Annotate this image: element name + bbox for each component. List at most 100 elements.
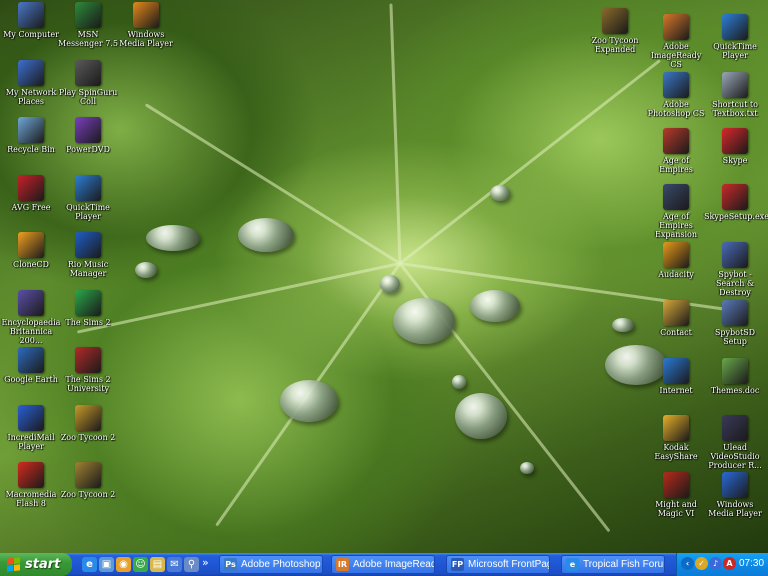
photoshop-icon — [663, 72, 689, 98]
desktop-shortcut[interactable]: Kodak EasyShare — [645, 415, 707, 471]
desktop-quicklaunch-icon[interactable]: ▣ — [99, 557, 114, 572]
desktop-shortcut-label: Skype — [722, 156, 748, 165]
desktop-shortcut-label: QuickTime Player — [713, 42, 757, 60]
tray-arrow-icon[interactable]: ‹ — [681, 557, 694, 570]
windows-flag-icon — [7, 557, 20, 572]
desktop-shortcut[interactable]: Zoo Tycoon Expanded — [584, 8, 646, 64]
taskbar-button[interactable]: Ps Adobe Photoshop - ... — [219, 555, 323, 574]
desktop-shortcut-label: Zoo Tycoon Expanded — [591, 36, 639, 54]
desktop-shortcut-label: Contact — [660, 328, 692, 337]
folder-quicklaunch-icon[interactable]: ▤ — [150, 557, 165, 572]
desktop-shortcut[interactable]: Play SpinGuru Coll — [57, 60, 119, 116]
frontpage-task-icon: FP — [451, 558, 464, 571]
tray-speaker-icon[interactable]: ♪ — [709, 557, 722, 570]
kodak-icon — [663, 415, 689, 441]
desktop-shortcut-label: Rio Music Manager — [67, 260, 109, 278]
taskbar-button[interactable]: FP Microsoft FrontPage... — [446, 555, 550, 574]
tray-antivirus-icon[interactable]: A — [723, 557, 736, 570]
desktop-shortcut-label: Kodak EasyShare — [654, 443, 698, 461]
water-drop — [135, 262, 157, 278]
desktop-shortcut[interactable]: The Sims 2 University — [57, 347, 119, 403]
desktop-shortcut-label: Adobe ImageReady CS — [650, 42, 702, 69]
internet-explorer-icon — [663, 358, 689, 384]
desktop-shortcut-label: Recycle Bin — [7, 145, 55, 154]
msn-quicklaunch-icon[interactable]: ☺ — [133, 557, 148, 572]
ulead-icon — [722, 415, 748, 441]
leaf-vein — [389, 3, 402, 264]
media-player-icon — [133, 2, 159, 28]
desktop-shortcut-label: Age of Empires — [659, 156, 693, 174]
ie-quicklaunch-icon[interactable]: e — [82, 557, 97, 572]
desktop-shortcut[interactable]: Contact — [645, 300, 707, 356]
desktop-shortcut[interactable]: Might and Magic VI — [645, 472, 707, 528]
incredimail-icon — [18, 405, 44, 431]
desktop-shortcut-label: Adobe Photoshop CS — [647, 100, 705, 118]
desktop-shortcut[interactable]: The Sims 2 — [57, 290, 119, 346]
desktop-shortcut-label: Encyclopaedia Britannica 200... — [1, 318, 61, 345]
desktop-shortcut[interactable]: Windows Media Player — [704, 472, 766, 528]
desktop-shortcut[interactable]: Audacity — [645, 242, 707, 298]
desktop-shortcut[interactable]: Internet — [645, 358, 707, 414]
desktop-shortcut[interactable]: SpybotSD Setup — [704, 300, 766, 356]
desktop-shortcut-label: CloneCD — [13, 260, 49, 269]
desktop-shortcut-label: AVG Free — [11, 203, 51, 212]
desktop-shortcut[interactable]: Skype — [704, 128, 766, 184]
age-of-empires-icon — [663, 128, 689, 154]
desktop-shortcut[interactable]: MSN Messenger 7.5 — [57, 2, 119, 58]
start-button[interactable]: start — [0, 553, 72, 576]
desktop-shortcut[interactable]: Themes.doc — [704, 358, 766, 414]
start-label: start — [25, 557, 61, 572]
zoo-tycoon-2b-icon — [75, 462, 101, 488]
desktop-shortcut[interactable]: Rio Music Manager — [57, 232, 119, 288]
desktop-shortcut[interactable]: Zoo Tycoon 2 — [57, 462, 119, 518]
desktop-shortcut[interactable]: Zoo Tycoon 2 — [57, 405, 119, 461]
spybot-icon — [722, 242, 748, 268]
desktop-shortcut[interactable]: Macromedia Flash 8 — [0, 462, 62, 518]
desktop-shortcut-label: QuickTime Player — [66, 203, 110, 221]
desktop-shortcut[interactable]: Windows Media Player — [115, 2, 177, 58]
desktop-shortcut-label: Ulead VideoStudio Producer R... — [708, 443, 762, 470]
taskbar-button[interactable]: IR Adobe ImageReady ... — [331, 555, 435, 574]
desktop-shortcut-label: Spybot - Search & Destroy — [715, 270, 755, 297]
water-drop — [612, 318, 634, 332]
rio-music-icon — [75, 232, 101, 258]
flash-icon — [18, 462, 44, 488]
desktop-shortcut[interactable]: Age of Empires Expansion — [645, 184, 707, 240]
desktop-shortcut[interactable]: Encyclopaedia Britannica 200... — [0, 290, 62, 346]
water-drop — [238, 218, 294, 252]
desktop-shortcut[interactable]: Age of Empires — [645, 128, 707, 184]
photoshop-task-icon: Ps — [224, 558, 237, 571]
desktop-shortcut[interactable]: QuickTime Player — [704, 14, 766, 70]
tray-shield-icon[interactable]: ✓ — [695, 557, 708, 570]
desktop-shortcut[interactable]: Spybot - Search & Destroy — [704, 242, 766, 298]
media-quicklaunch-icon[interactable]: ◉ — [116, 557, 131, 572]
desktop-shortcut[interactable]: Recycle Bin — [0, 117, 62, 173]
desktop-shortcut[interactable]: Google Earth — [0, 347, 62, 403]
desktop-shortcut[interactable]: My Computer — [0, 2, 62, 58]
spin-game-icon — [75, 60, 101, 86]
desktop-shortcut[interactable]: SkypeSetup.exe — [704, 184, 768, 240]
desktop-shortcut-label: PowerDVD — [66, 145, 110, 154]
taskbar-button[interactable]: e Tropical Fish Forums... — [561, 555, 665, 574]
water-drop — [380, 275, 400, 293]
desktop-shortcut[interactable]: Adobe Photoshop CS — [645, 72, 707, 128]
quick-launch-overflow-icon[interactable]: » — [202, 556, 209, 569]
aoe-expansion-icon — [663, 184, 689, 210]
desktop-shortcut[interactable]: PowerDVD — [57, 117, 119, 173]
desktop-shortcut[interactable]: My Network Places — [0, 60, 62, 116]
desktop-shortcut[interactable]: IncrediMail Player — [0, 405, 62, 461]
desktop-shortcut[interactable]: Shortcut to Textbox.txt — [704, 72, 766, 128]
desktop-shortcut-label: Play SpinGuru Coll — [58, 88, 118, 106]
desktop-shortcut[interactable]: Adobe ImageReady CS — [645, 14, 707, 70]
msn-messenger-icon — [75, 2, 101, 28]
search-quicklaunch-icon[interactable]: ⚲ — [184, 557, 199, 572]
desktop-shortcut[interactable]: AVG Free — [0, 175, 62, 231]
desktop-shortcut[interactable]: CloneCD — [0, 232, 62, 288]
zoo-tycoon-2-icon — [75, 405, 101, 431]
desktop-shortcut[interactable]: QuickTime Player — [57, 175, 119, 231]
mail-quicklaunch-icon[interactable]: ✉ — [167, 557, 182, 572]
leaf-vein — [399, 59, 661, 265]
desktop-shortcut[interactable]: Ulead VideoStudio Producer R... — [704, 415, 766, 471]
desktop-shortcut-label: Age of Empires Expansion — [654, 212, 698, 239]
desktop-shortcut-label: Audacity — [658, 270, 694, 279]
